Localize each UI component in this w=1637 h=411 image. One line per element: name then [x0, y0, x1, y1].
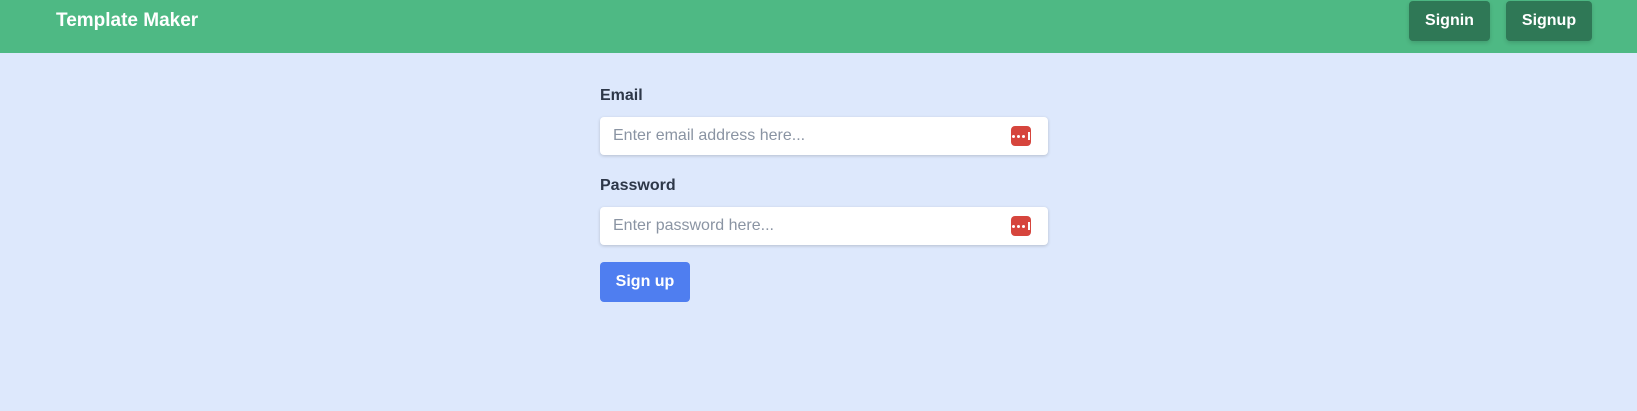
password-field[interactable]: [600, 207, 1048, 245]
email-field-wrapper: [600, 117, 1048, 155]
brand-title[interactable]: Template Maker: [56, 10, 198, 32]
signup-button[interactable]: Signup: [1506, 1, 1592, 41]
sign-up-submit-button[interactable]: Sign up: [600, 262, 690, 302]
email-field[interactable]: [600, 117, 1048, 155]
signup-form: Email Password Sign up: [600, 86, 1048, 302]
password-manager-icon[interactable]: [1011, 126, 1031, 146]
password-manager-icon[interactable]: [1011, 216, 1031, 236]
password-field-wrapper: [600, 207, 1048, 245]
top-navbar: Template Maker Signin Signup: [0, 0, 1637, 53]
email-label: Email: [600, 87, 643, 104]
signin-button[interactable]: Signin: [1409, 1, 1490, 41]
password-label: Password: [600, 177, 676, 194]
